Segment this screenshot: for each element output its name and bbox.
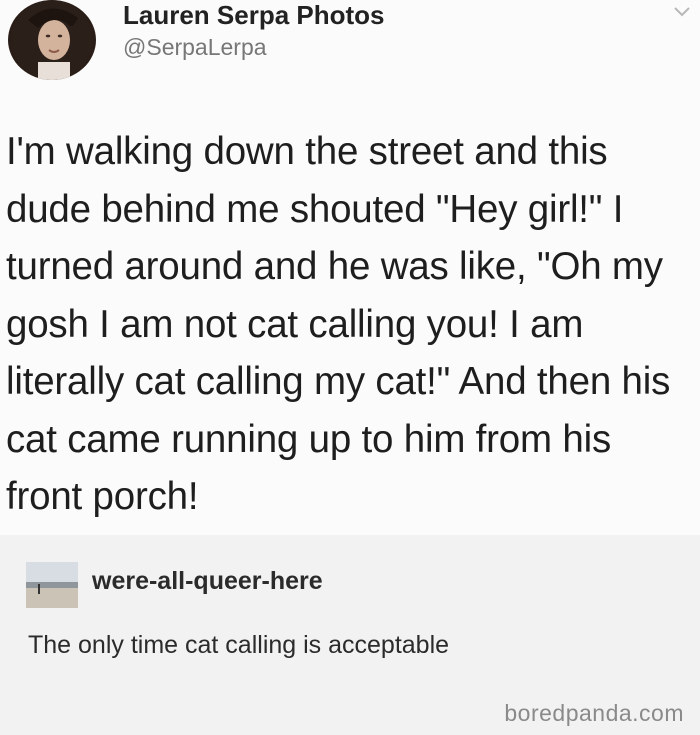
screenshot: Lauren Serpa Photos @SerpaLerpa I'm walk… [0,0,700,735]
avatar[interactable] [8,0,96,80]
reblog-username[interactable]: were-all-queer-here [92,567,323,596]
reblog-comment: The only time cat calling is acceptable [28,631,450,659]
chevron-down-icon[interactable] [672,2,692,22]
beach-image [26,562,78,608]
author-handle[interactable]: @SerpaLerpa [123,33,267,61]
author-name[interactable]: Lauren Serpa Photos [123,0,385,30]
reblog-section: were-all-queer-here The only time cat ca… [0,535,700,735]
tweet-card: Lauren Serpa Photos @SerpaLerpa I'm walk… [0,0,700,535]
reblog-avatar[interactable] [26,562,78,608]
watermark: boredpanda.com [504,700,684,726]
avatar-image [12,0,92,80]
tweet-text: I'm walking down the street and this dud… [6,130,671,518]
